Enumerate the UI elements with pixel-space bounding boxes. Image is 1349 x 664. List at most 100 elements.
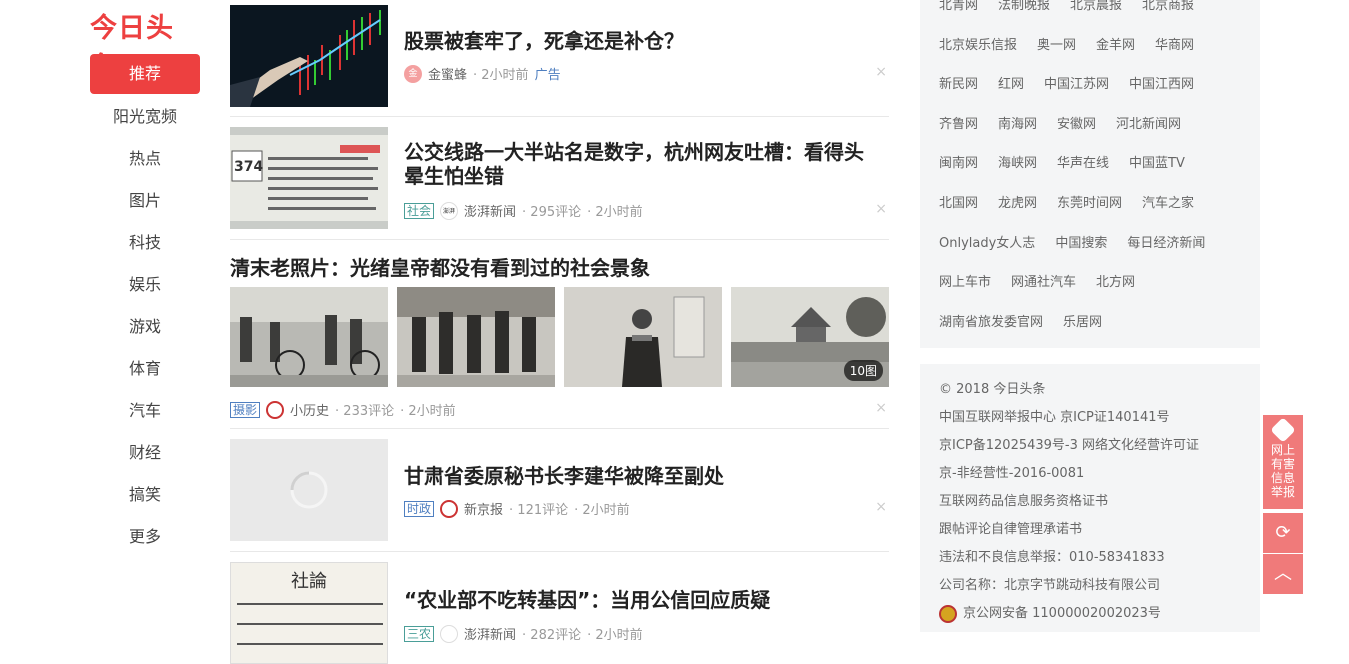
- friend-link[interactable]: 北国网: [939, 192, 978, 211]
- footer-link[interactable]: 京ICP备12025439号-3 网络文化经营许可证: [939, 432, 1241, 460]
- footer-link[interactable]: 中国互联网举报中心 京ICP证140141号: [939, 404, 1241, 432]
- nav-item-auto[interactable]: 汽车: [90, 390, 200, 432]
- friend-link[interactable]: 华商网: [1155, 34, 1194, 53]
- source-name[interactable]: 澎湃新闻: [464, 201, 516, 220]
- nav-item-more[interactable]: 更多: [90, 516, 200, 558]
- friend-link[interactable]: Onlylady女人志: [939, 232, 1035, 251]
- comment-count[interactable]: · 295评论: [522, 201, 581, 220]
- article-meta: 三农 澎湃新闻 · 282评论 · 2小时前: [404, 624, 643, 643]
- nav-item-video[interactable]: 阳光宽频: [90, 96, 200, 138]
- dislike-close-icon[interactable]: ×: [875, 400, 887, 416]
- comment-count[interactable]: · 121评论: [509, 499, 568, 518]
- friend-link[interactable]: 北方网: [1096, 271, 1135, 290]
- source-avatar[interactable]: [440, 499, 459, 518]
- police-record[interactable]: 京公网安备 11000002002023号: [939, 600, 1241, 628]
- publish-time: · 2小时前: [587, 628, 643, 643]
- friend-link[interactable]: 法制晚报: [998, 0, 1050, 13]
- friend-link[interactable]: 华声在线: [1057, 152, 1109, 171]
- friend-link[interactable]: 红网: [998, 73, 1024, 92]
- nav-item-hot[interactable]: 热点: [90, 138, 200, 180]
- friend-link[interactable]: 河北新闻网: [1116, 113, 1181, 132]
- friend-link[interactable]: 中国搜索: [1055, 232, 1107, 251]
- report-harmful-info-button[interactable]: 网上有害信息举报: [1263, 415, 1303, 509]
- nav-item-finance[interactable]: 财经: [90, 432, 200, 474]
- friend-link[interactable]: 奥一网: [1037, 34, 1076, 53]
- comment-count[interactable]: · 233评论: [335, 400, 394, 419]
- links-row: 北青网 法制晚报 北京晨报 北京商报: [939, 0, 1194, 13]
- friend-link[interactable]: 每日经济新闻: [1127, 232, 1205, 251]
- source-avatar[interactable]: [440, 624, 459, 643]
- friend-link[interactable]: 金羊网: [1096, 34, 1135, 53]
- gallery-image[interactable]: 10图: [731, 287, 889, 387]
- friend-link[interactable]: 海峡网: [998, 152, 1037, 171]
- footer-link[interactable]: 跟帖评论自律管理承诺书: [939, 516, 1241, 544]
- ad-label: 广告: [534, 68, 561, 83]
- gallery-image[interactable]: [230, 287, 388, 387]
- friend-link[interactable]: 闽南网: [939, 152, 978, 171]
- nav-item-funny[interactable]: 搞笑: [90, 474, 200, 516]
- source-name[interactable]: 小历史: [290, 400, 329, 419]
- friend-link[interactable]: 湖南省旅发委官网: [939, 311, 1043, 330]
- article-title[interactable]: 公交线路一大半站名是数字，杭州网友吐槽：看得头晕生怕坐错: [404, 140, 869, 188]
- article-title[interactable]: 股票被套牢了，死拿还是补仓？: [404, 29, 869, 53]
- nav-item-tech[interactable]: 科技: [90, 222, 200, 264]
- nav-item-entertainment[interactable]: 娱乐: [90, 264, 200, 306]
- dislike-close-icon[interactable]: ×: [875, 64, 887, 80]
- nav-item-recommend[interactable]: 推荐: [90, 54, 200, 94]
- friend-link[interactable]: 龙虎网: [998, 192, 1037, 211]
- site-footer-panel: © 2018 今日头条 中国互联网举报中心 京ICP证140141号 京ICP备…: [920, 364, 1260, 632]
- friend-link[interactable]: 北青网: [939, 0, 978, 13]
- article-thumbnail[interactable]: 374: [230, 127, 388, 229]
- article-thumbnail[interactable]: [230, 439, 388, 541]
- image-gallery[interactable]: 10图: [230, 287, 889, 387]
- friend-link[interactable]: 中国蓝TV: [1129, 152, 1185, 171]
- category-tag[interactable]: 摄影: [230, 401, 261, 418]
- friend-link[interactable]: 乐居网: [1063, 311, 1102, 330]
- nav-item-games[interactable]: 游戏: [90, 306, 200, 348]
- source-name[interactable]: 澎湃新闻: [464, 624, 516, 643]
- article-title[interactable]: “农业部不吃转基因”：当用公信回应质疑: [404, 588, 869, 612]
- article-thumbnail[interactable]: 社論: [230, 562, 388, 664]
- friend-link[interactable]: 网上车市: [939, 271, 991, 290]
- refresh-button[interactable]: ⟳: [1263, 513, 1303, 553]
- friend-link[interactable]: 南海网: [998, 113, 1037, 132]
- nav-item-images[interactable]: 图片: [90, 180, 200, 222]
- friend-link[interactable]: 安徽网: [1057, 113, 1096, 132]
- gallery-image[interactable]: [397, 287, 555, 387]
- logo[interactable]: 今日头条: [90, 6, 200, 83]
- source-avatar[interactable]: 金: [404, 64, 422, 83]
- source-avatar[interactable]: 澎湃: [440, 201, 459, 220]
- back-to-top-button[interactable]: ︿: [1263, 554, 1303, 594]
- friend-link[interactable]: 齐鲁网: [939, 113, 978, 132]
- source-name[interactable]: 金蜜蜂: [428, 64, 467, 83]
- friend-link[interactable]: 北京晨报: [1070, 0, 1122, 13]
- friend-link[interactable]: 中国江苏网: [1044, 73, 1109, 92]
- friend-link[interactable]: 北京商报: [1142, 0, 1194, 13]
- article-thumbnail[interactable]: [230, 5, 388, 107]
- dislike-close-icon[interactable]: ×: [875, 499, 887, 515]
- friend-link[interactable]: 中国江西网: [1129, 73, 1194, 92]
- publish-time: · 2小时前: [400, 404, 456, 419]
- nav-item-sports[interactable]: 体育: [90, 348, 200, 390]
- source-avatar[interactable]: [266, 400, 285, 419]
- chevron-up-icon: ︿: [1274, 563, 1292, 584]
- category-tag[interactable]: 时政: [404, 500, 435, 517]
- dislike-close-icon[interactable]: ×: [875, 201, 887, 217]
- links-row: 闽南网 海峡网 华声在线 中国蓝TV: [939, 152, 1185, 171]
- article-title[interactable]: 清末老照片：光绪皇帝都没有看到过的社会景象: [230, 252, 650, 281]
- gallery-image[interactable]: [564, 287, 722, 387]
- friend-link[interactable]: 新民网: [939, 73, 978, 92]
- category-tag[interactable]: 三农: [404, 625, 435, 642]
- article-meta: 社会 澎湃 澎湃新闻 · 295评论 · 2小时前: [404, 201, 643, 220]
- comment-count[interactable]: · 282评论: [522, 624, 581, 643]
- friend-link[interactable]: 汽车之家: [1142, 192, 1194, 211]
- report-label: 网上有害信息举报: [1270, 443, 1295, 499]
- friend-link[interactable]: 东莞时间网: [1057, 192, 1122, 211]
- footer-link[interactable]: 京-非经营性-2016-0081: [939, 460, 1241, 488]
- article-title[interactable]: 甘肃省委原秘书长李建华被降至副处: [404, 464, 869, 488]
- friend-link[interactable]: 网通社汽车: [1011, 271, 1076, 290]
- footer-link[interactable]: 互联网药品信息服务资格证书: [939, 488, 1241, 516]
- source-name[interactable]: 新京报: [464, 499, 503, 518]
- friend-link[interactable]: 北京娱乐信报: [939, 34, 1017, 53]
- category-tag[interactable]: 社会: [404, 202, 435, 219]
